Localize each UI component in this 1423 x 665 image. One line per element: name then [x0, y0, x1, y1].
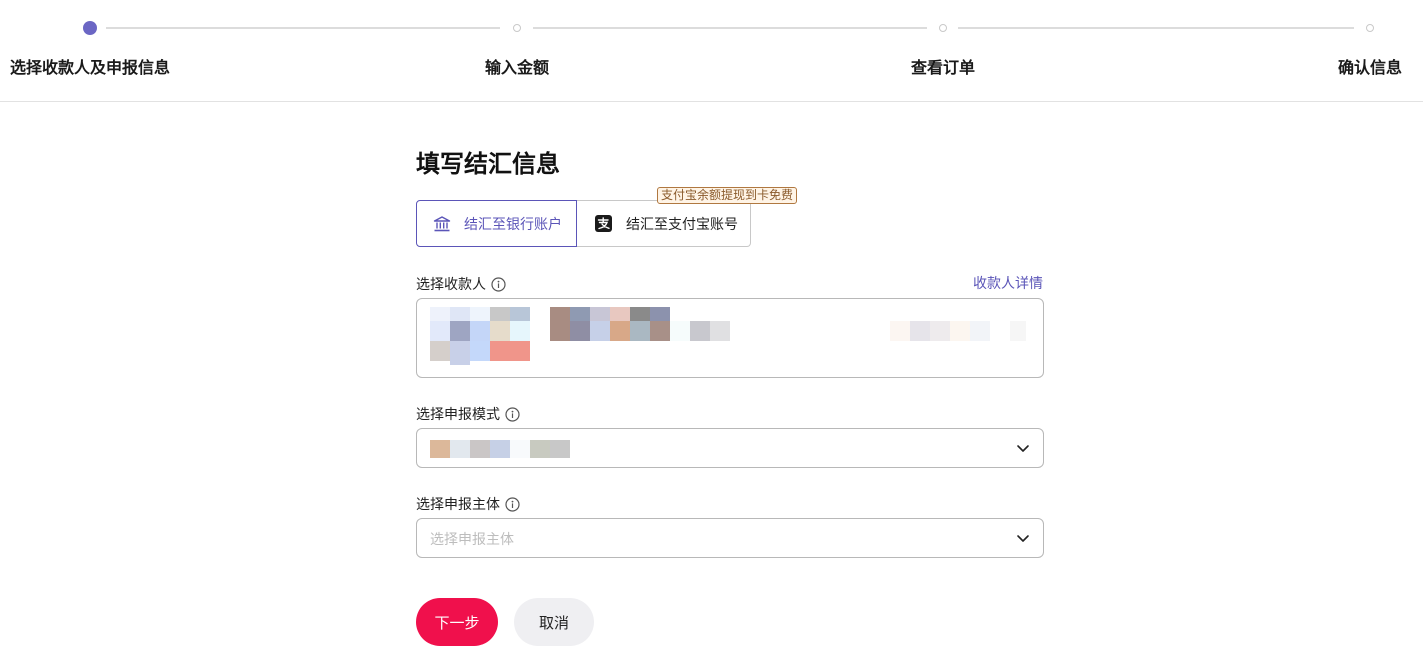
step-indicator-active	[83, 21, 97, 35]
bank-icon	[432, 214, 452, 234]
tab-alipay-account-label: 结汇至支付宝账号	[626, 215, 738, 232]
step-indicator	[513, 24, 521, 32]
next-step-button[interactable]: 下一步	[416, 598, 498, 646]
chevron-down-icon	[1015, 530, 1031, 546]
step-label-select-payee: 选择收款人及申报信息	[10, 60, 171, 77]
tab-alipay-account[interactable]: 结汇至支付宝账号	[577, 200, 751, 247]
step-label-enter-amount: 输入金额	[485, 60, 550, 77]
settlement-target-tabs: 结汇至银行账户 结汇至支付宝账号	[416, 200, 751, 247]
step-label-confirm: 确认信息	[1338, 60, 1403, 77]
declare-mode-select[interactable]	[416, 428, 1044, 468]
promo-badge: 支付宝余额提现到卡免费	[657, 187, 798, 204]
step-connector	[533, 27, 927, 29]
info-icon[interactable]	[491, 276, 506, 292]
tab-bank-account-label: 结汇至银行账户	[464, 215, 562, 232]
info-icon[interactable]	[505, 406, 520, 422]
tab-bank-account[interactable]: 结汇至银行账户	[416, 200, 577, 247]
page-title: 填写结汇信息	[416, 151, 560, 178]
payee-label-text: 选择收款人	[416, 276, 486, 292]
payee-details-link[interactable]: 收款人详情	[973, 273, 1043, 293]
declare-entity-select[interactable]: 选择申报主体	[416, 518, 1044, 558]
payee-field-label: 选择收款人	[416, 274, 506, 294]
progress-stepper: 选择收款人及申报信息 输入金额 查看订单 确认信息	[0, 0, 1423, 102]
payee-selector[interactable]	[416, 298, 1044, 378]
declare-entity-placeholder: 选择申报主体	[430, 531, 514, 547]
declare-mode-field-label: 选择申报模式	[416, 404, 520, 424]
declare-entity-field-label: 选择申报主体	[416, 494, 520, 514]
declare-mode-label-text: 选择申报模式	[416, 406, 500, 422]
cancel-button[interactable]: 取消	[514, 598, 594, 646]
step-connector	[958, 27, 1354, 29]
step-connector	[106, 27, 500, 29]
chevron-down-icon	[1015, 440, 1031, 456]
alipay-icon	[593, 214, 613, 234]
declare-entity-label-text: 选择申报主体	[416, 496, 500, 512]
info-icon[interactable]	[505, 496, 520, 512]
step-label-review-order: 查看订单	[911, 60, 976, 77]
step-indicator	[939, 24, 947, 32]
step-indicator	[1366, 24, 1374, 32]
